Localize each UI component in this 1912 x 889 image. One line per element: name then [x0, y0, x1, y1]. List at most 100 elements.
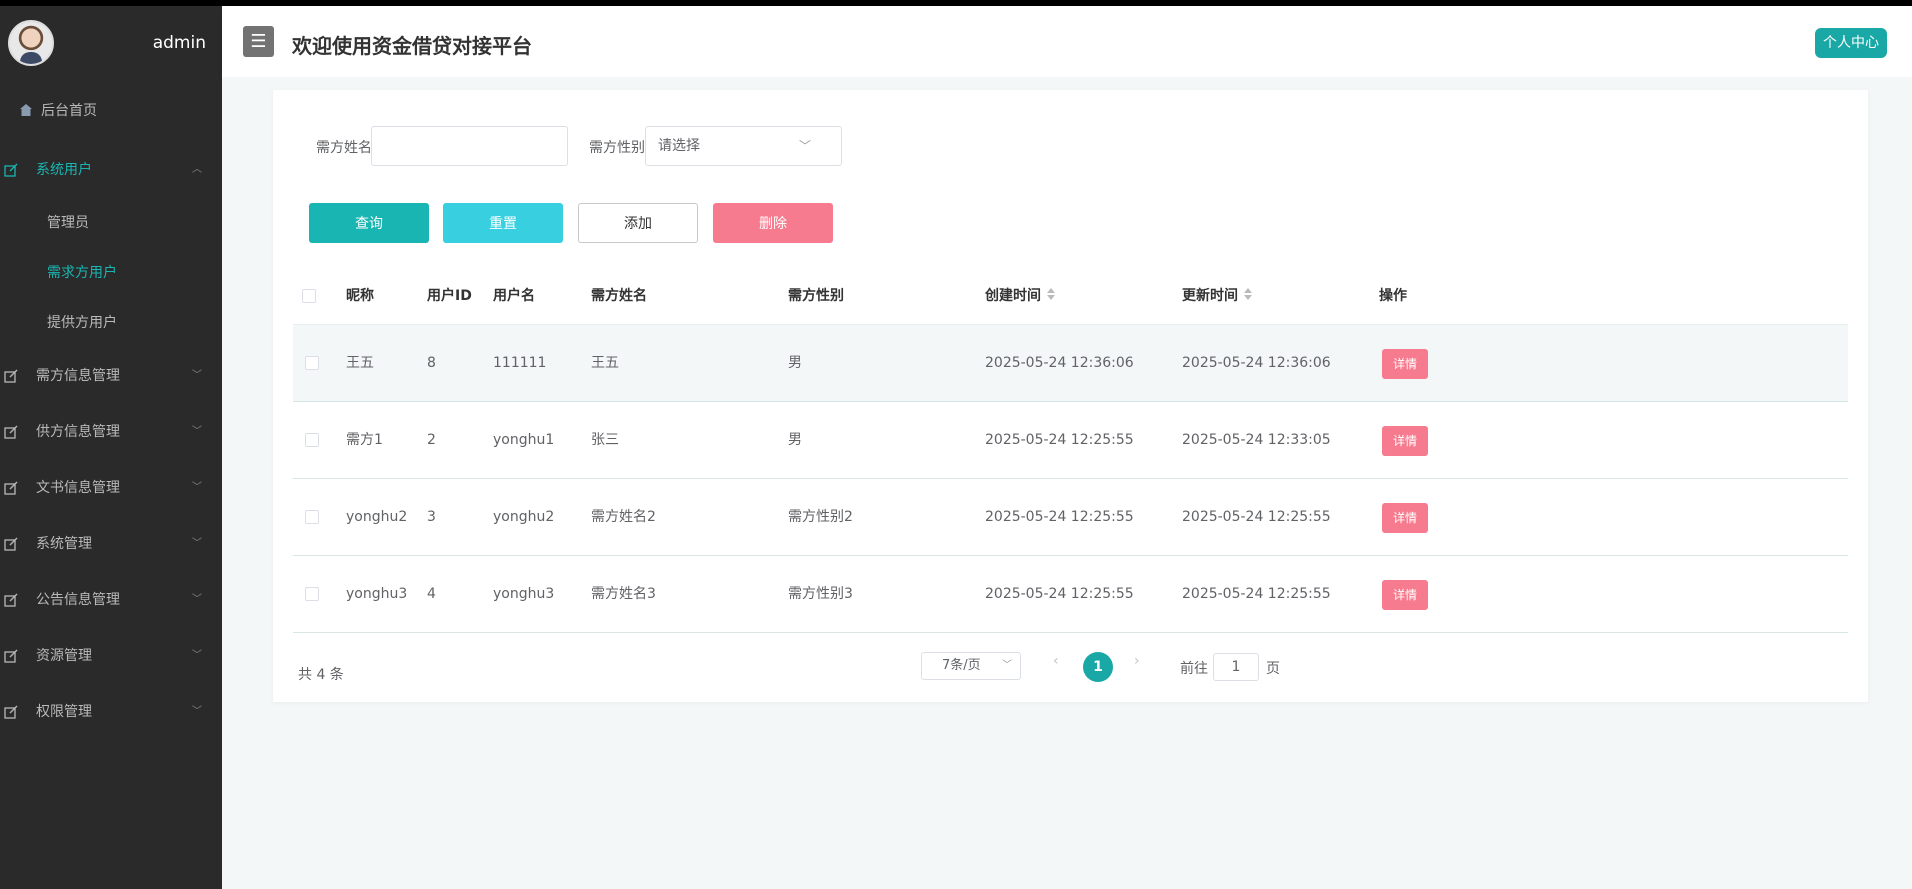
sidebar-item-system-admin[interactable]: 系统管理 ﹀	[0, 516, 222, 572]
select-all-checkbox[interactable]	[302, 289, 316, 303]
chevron-down-icon: ﹀	[192, 706, 202, 717]
table-row[interactable]: yonghu3 4 yonghu3 需方姓名3 需方性别3 2025-05-24…	[293, 556, 1848, 633]
sidebar-item-demand-info[interactable]: 需方信息管理 ﹀	[0, 348, 222, 404]
add-button[interactable]: 添加	[578, 203, 698, 243]
sidebar-item-system-users[interactable]: 系统用户 ︿	[0, 142, 222, 198]
goto-label: 前往	[1180, 661, 1208, 677]
chevron-down-icon: ﹀	[798, 139, 811, 153]
cell-demand-name: 王五	[591, 355, 619, 371]
next-page-icon[interactable]: ›	[1134, 653, 1140, 669]
column-header-updated-time[interactable]: 更新时间	[1182, 268, 1252, 325]
cell-demand-gender: 男	[788, 432, 802, 448]
chevron-down-icon: ﹀	[192, 370, 202, 381]
main-content: 需方姓名 需方性别 请选择 ﹀ 查询 重置 添加 删除 昵称 用户ID 用户名 …	[222, 77, 1912, 889]
row-checkbox[interactable]	[305, 433, 319, 447]
cell-demand-name: 需方姓名2	[591, 509, 656, 525]
chevron-down-icon: ﹀	[192, 594, 202, 605]
row-checkbox[interactable]	[305, 587, 319, 601]
chevron-up-icon: ︿	[192, 164, 202, 175]
sidebar-subitem-supply-users[interactable]: 提供方用户	[0, 298, 222, 348]
column-header-created-time[interactable]: 创建时间	[985, 268, 1055, 325]
cell-user-id: 8	[427, 355, 436, 371]
name-filter-label: 需方姓名	[316, 140, 372, 156]
detail-button[interactable]: 详情	[1382, 426, 1428, 456]
sidebar-item-label: 资源管理	[36, 648, 92, 664]
row-checkbox[interactable]	[305, 356, 319, 370]
table-row[interactable]: yonghu2 3 yonghu2 需方姓名2 需方性别2 2025-05-24…	[293, 479, 1848, 556]
sidebar-item-resources[interactable]: 资源管理 ﹀	[0, 628, 222, 684]
cell-demand-gender: 男	[788, 355, 802, 371]
cell-user-id: 3	[427, 509, 436, 525]
chevron-down-icon: ﹀	[192, 538, 202, 549]
name-filter-input[interactable]	[371, 126, 568, 166]
sort-icon[interactable]	[1047, 288, 1055, 302]
column-header-demand-gender[interactable]: 需方性别	[788, 268, 844, 325]
sidebar-item-label: 权限管理	[36, 704, 92, 720]
sidebar-item-document-info[interactable]: 文书信息管理 ﹀	[0, 460, 222, 516]
page-size-select[interactable]: 7条/页 ﹀	[921, 652, 1021, 680]
cell-nickname: yonghu2	[346, 509, 408, 525]
cell-demand-name: 张三	[591, 432, 619, 448]
cell-demand-name: 需方姓名3	[591, 586, 656, 602]
sidebar-item-label: 需方信息管理	[36, 368, 120, 384]
column-header-user-id[interactable]: 用户ID	[427, 268, 472, 325]
detail-button[interactable]: 详情	[1382, 580, 1428, 610]
column-header-label: 创建时间	[985, 288, 1041, 304]
cell-nickname: yonghu3	[346, 586, 408, 602]
table-row[interactable]: 需方1 2 yonghu1 张三 男 2025-05-24 12:25:55 2…	[293, 402, 1848, 479]
chevron-down-icon: ﹀	[192, 426, 202, 437]
home-icon	[20, 104, 32, 116]
cell-updated-time: 2025-05-24 12:33:05	[1182, 432, 1331, 448]
table-header: 昵称 用户ID 用户名 需方姓名 需方性别 创建时间 更新时间 操作	[293, 268, 1848, 325]
gender-filter-select[interactable]: 请选择 ﹀	[645, 126, 842, 166]
cell-username: yonghu2	[493, 509, 555, 525]
table-row[interactable]: 王五 8 111111 王五 男 2025-05-24 12:36:06 202…	[293, 325, 1848, 402]
cell-demand-gender: 需方性别3	[788, 586, 853, 602]
chevron-down-icon: ﹀	[192, 650, 202, 661]
sidebar-item-label: 系统管理	[36, 536, 92, 552]
reset-button[interactable]: 重置	[443, 203, 563, 243]
avatar[interactable]	[8, 20, 54, 66]
sidebar-item-label: 系统用户	[36, 162, 92, 178]
sidebar-item-permissions[interactable]: 权限管理 ﹀	[0, 684, 222, 740]
sort-icon[interactable]	[1244, 288, 1252, 302]
cell-updated-time: 2025-05-24 12:25:55	[1182, 586, 1331, 602]
users-table: 昵称 用户ID 用户名 需方姓名 需方性别 创建时间 更新时间 操作 王五 8 …	[293, 268, 1848, 633]
cell-created-time: 2025-05-24 12:25:55	[985, 432, 1134, 448]
page-number-current[interactable]: 1	[1083, 652, 1113, 682]
delete-button[interactable]: 删除	[713, 203, 833, 243]
goto-suffix: 页	[1266, 661, 1280, 677]
sidebar-subitem-demand-users[interactable]: 需求方用户	[0, 248, 222, 298]
sidebar: admin 后台首页 系统用户 ︿ 管理员 需求方用户 提供方用户 需方信息管理…	[0, 6, 222, 889]
sidebar-subitem-admins[interactable]: 管理员	[0, 198, 222, 248]
column-header-demand-name[interactable]: 需方姓名	[591, 268, 647, 325]
cell-created-time: 2025-05-24 12:25:55	[985, 509, 1134, 525]
detail-button[interactable]: 详情	[1382, 503, 1428, 533]
cell-created-time: 2025-05-24 12:25:55	[985, 586, 1134, 602]
sidebar-item-supply-info[interactable]: 供方信息管理 ﹀	[0, 404, 222, 460]
column-header-username[interactable]: 用户名	[493, 268, 535, 325]
sidebar-item-label: 文书信息管理	[36, 480, 120, 496]
gender-filter-label: 需方性别	[589, 140, 645, 156]
pagination-total: 共 4 条	[298, 667, 344, 683]
row-checkbox[interactable]	[305, 510, 319, 524]
personal-center-button[interactable]: 个人中心	[1815, 28, 1887, 58]
sidebar-item-home[interactable]: 后台首页	[0, 80, 222, 142]
menu-toggle-button[interactable]: ☰	[243, 26, 274, 57]
cell-username: yonghu3	[493, 586, 555, 602]
column-header-nickname[interactable]: 昵称	[346, 268, 374, 325]
sidebar-item-label: 后台首页	[41, 103, 97, 119]
admin-name: admin	[152, 33, 206, 53]
query-button[interactable]: 查询	[309, 203, 429, 243]
goto-page-input[interactable]	[1213, 653, 1259, 681]
edit-icon	[4, 537, 18, 551]
top-header: ☰ 欢迎使用资金借贷对接平台 个人中心	[222, 6, 1912, 77]
detail-button[interactable]: 详情	[1382, 349, 1428, 379]
cell-user-id: 2	[427, 432, 436, 448]
sidebar-item-label: 公告信息管理	[36, 592, 120, 608]
cell-username: yonghu1	[493, 432, 555, 448]
profile: admin	[0, 6, 222, 80]
edit-icon	[4, 593, 18, 607]
prev-page-icon[interactable]: ‹	[1053, 653, 1059, 669]
sidebar-item-announcements[interactable]: 公告信息管理 ﹀	[0, 572, 222, 628]
